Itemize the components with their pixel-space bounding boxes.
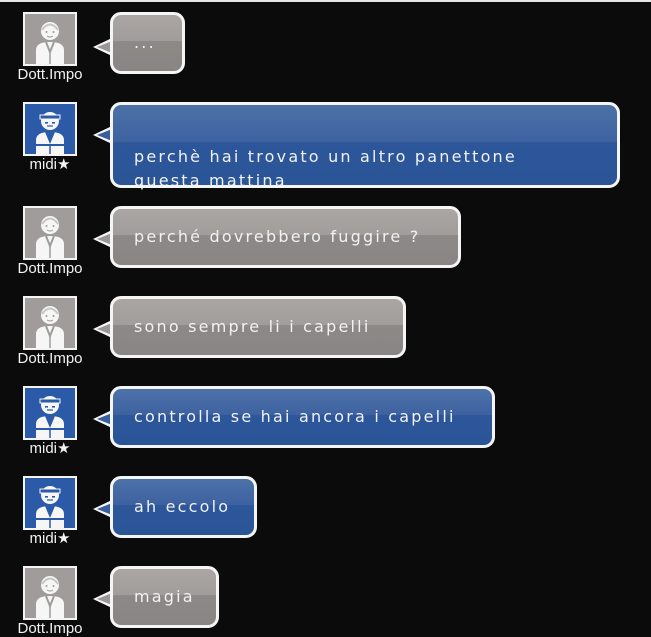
message-text: ah eccolo — [134, 497, 231, 516]
chat-log: Dott.Impo ... midi★ perchè hai trovato u… — [0, 0, 651, 637]
headband-avatar-icon[interactable] — [23, 386, 77, 440]
message-text: perché dovrebbero fuggire ? — [134, 227, 421, 246]
sender: Dott.Impo — [8, 296, 92, 367]
message-text: magia — [134, 587, 195, 606]
headband-avatar-icon[interactable] — [23, 476, 77, 530]
message-bubble: ... — [110, 12, 185, 74]
sender-name: Dott.Impo — [17, 260, 83, 277]
sender: midi★ — [8, 386, 92, 457]
person-avatar-icon[interactable] — [23, 12, 77, 66]
sender-name: Dott.Impo — [17, 66, 83, 83]
person-avatar-icon[interactable] — [23, 206, 77, 260]
headband-avatar-icon[interactable] — [23, 102, 77, 156]
message-text: controlla se hai ancora i capelli — [134, 407, 456, 426]
message-bubble: perchè hai trovato un altro panettone qu… — [110, 102, 620, 190]
person-avatar-icon[interactable] — [23, 296, 77, 350]
message-text: perchè hai trovato un altro panettone qu… — [134, 147, 517, 190]
person-avatar-icon[interactable] — [23, 566, 77, 620]
sender: Dott.Impo — [8, 12, 92, 83]
sender: midi★ — [8, 102, 92, 173]
message-bubble: perché dovrebbero fuggire ? — [110, 206, 461, 268]
sender: midi★ — [8, 476, 92, 547]
sender-name: midi★ — [29, 530, 71, 547]
message-bubble: controlla se hai ancora i capelli — [110, 386, 495, 448]
sender: Dott.Impo — [8, 206, 92, 277]
sender-name: midi★ — [29, 440, 71, 457]
sender-name: Dott.Impo — [17, 620, 83, 637]
message-bubble: magia — [110, 566, 219, 628]
sender-name: midi★ — [29, 156, 71, 173]
sender-name: Dott.Impo — [17, 350, 83, 367]
message-text: ... — [134, 33, 156, 52]
sender: Dott.Impo — [8, 566, 92, 637]
message-text: sono sempre li i capelli — [134, 317, 371, 336]
message-bubble: sono sempre li i capelli — [110, 296, 406, 358]
message-bubble: ah eccolo — [110, 476, 257, 538]
